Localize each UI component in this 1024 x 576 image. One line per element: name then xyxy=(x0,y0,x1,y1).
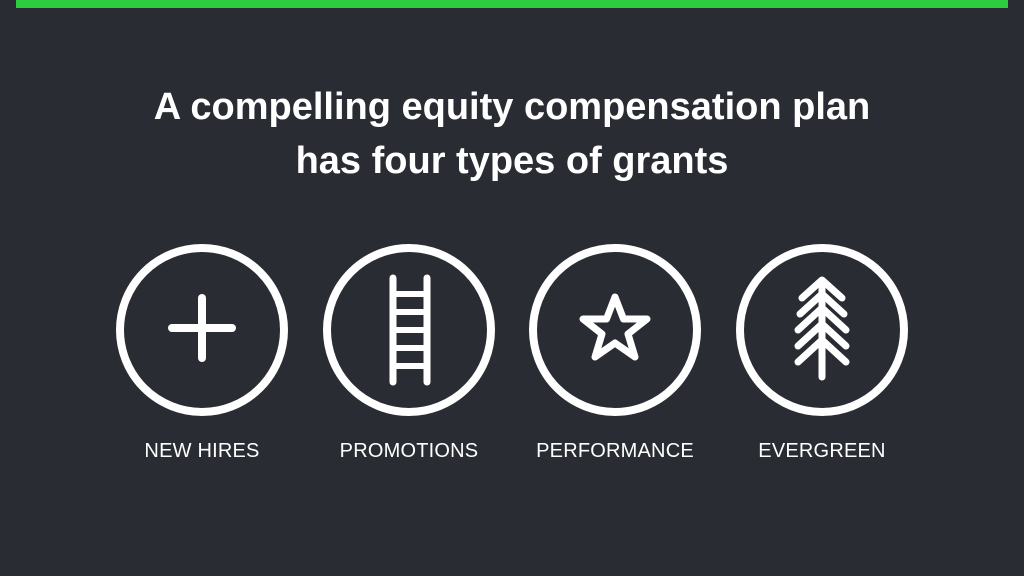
accent-top-bar xyxy=(16,0,1008,8)
grant-new-hires: NEW HIRES xyxy=(112,242,292,463)
grant-label-evergreen: EVERGREEN xyxy=(758,440,886,462)
slide-title: A compelling equity compensation plan ha… xyxy=(0,80,1024,188)
grant-label-performance: PERFORMANCE xyxy=(536,440,694,462)
title-line-2: has four types of grants xyxy=(295,140,729,182)
grant-label-new-hires: NEW HIRES xyxy=(144,440,260,462)
grant-performance: PERFORMANCE xyxy=(525,242,705,463)
grant-promotions: PROMOTIONS xyxy=(319,242,499,463)
star-icon xyxy=(529,244,701,416)
title-line-1: A compelling equity compensation plan xyxy=(153,86,871,128)
grant-label-promotions: PROMOTIONS xyxy=(339,440,479,462)
plus-icon xyxy=(116,244,288,416)
grant-evergreen: EVERGREEN xyxy=(732,242,912,463)
evergreen-tree-icon xyxy=(736,244,908,416)
ladder-icon xyxy=(323,244,495,416)
grant-types-row: NEW HIRES PROMOTIONS PERFORMANCE EVERGRE… xyxy=(0,242,1024,482)
